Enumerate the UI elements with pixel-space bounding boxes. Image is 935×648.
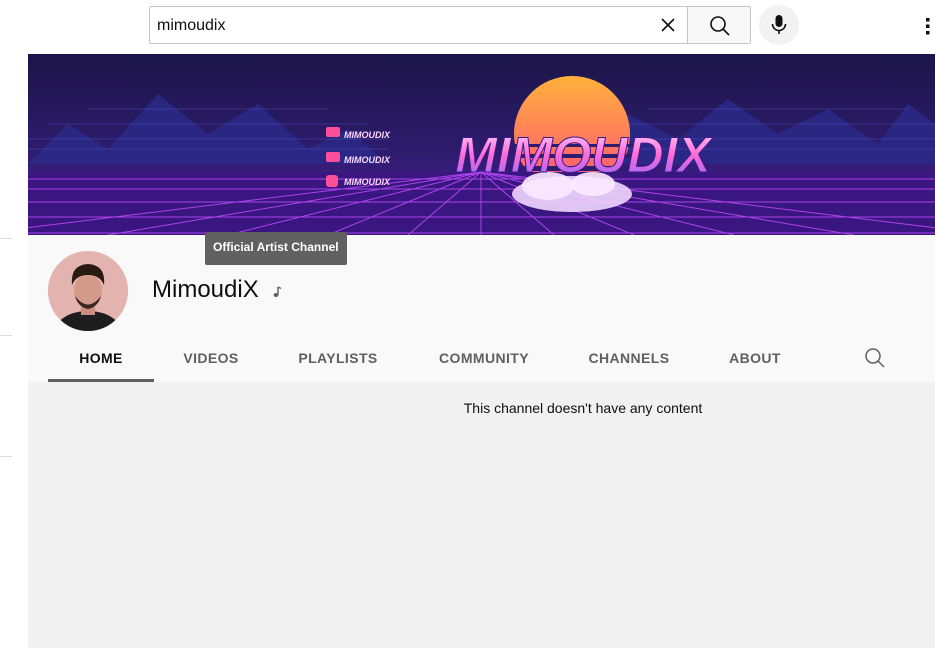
guide-divider xyxy=(0,238,12,239)
tab-label: VIDEOS xyxy=(183,350,239,366)
tab-label: HOME xyxy=(79,350,123,366)
empty-content-message: This channel doesn't have any content xyxy=(463,400,703,416)
tab-label: PLAYLISTS xyxy=(298,350,378,366)
channel-header: MimoudiX HOME VIDEOS PLAYLISTS COMMUNITY… xyxy=(28,235,935,382)
svg-text:MIMOUDIX: MIMOUDIX xyxy=(344,155,391,165)
tab-label: COMMUNITY xyxy=(439,350,529,366)
voice-search-button[interactable] xyxy=(759,5,799,45)
masthead: mimoudix xyxy=(0,0,935,54)
tab-label: ABOUT xyxy=(729,350,781,366)
banner-logo-text: MIMOUDIX xyxy=(455,127,713,183)
more-vert-icon xyxy=(926,18,930,35)
channel-content: This channel doesn't have any content xyxy=(28,382,935,648)
search-icon xyxy=(710,16,730,36)
banner-artwork: MIMOUDIX MIMOUDIX MIMOUDIX MIMOUDIX xyxy=(28,54,935,235)
tab-videos[interactable]: VIDEOS xyxy=(179,333,243,382)
tab-playlists[interactable]: PLAYLISTS xyxy=(294,333,382,382)
search-input[interactable]: mimoudix xyxy=(149,6,687,44)
official-artist-tooltip: Official Artist Channel xyxy=(205,232,347,265)
search-button[interactable] xyxy=(687,6,751,44)
tab-about[interactable]: ABOUT xyxy=(726,333,784,382)
avatar-image xyxy=(48,251,128,331)
channel-name: MimoudiX xyxy=(152,276,259,303)
svg-text:MIMOUDIX: MIMOUDIX xyxy=(344,177,391,187)
settings-menu-button[interactable] xyxy=(922,12,935,40)
guide-divider xyxy=(0,335,12,336)
channel-tabs: HOME VIDEOS PLAYLISTS COMMUNITY CHANNELS… xyxy=(48,333,908,382)
svg-text:MIMOUDIX: MIMOUDIX xyxy=(344,130,391,140)
tab-home[interactable]: HOME xyxy=(48,333,154,382)
tab-community[interactable]: COMMUNITY xyxy=(432,333,536,382)
clear-search-button[interactable] xyxy=(653,10,683,40)
tab-label: CHANNELS xyxy=(588,350,670,366)
microphone-icon xyxy=(771,15,787,34)
channel-banner: MIMOUDIX MIMOUDIX MIMOUDIX MIMOUDIX xyxy=(28,54,935,235)
guide-divider xyxy=(0,456,12,457)
banner-social-instagram: MIMOUDIX xyxy=(326,175,391,187)
channel-avatar[interactable] xyxy=(48,251,128,331)
close-icon xyxy=(661,18,675,32)
tab-channels[interactable]: CHANNELS xyxy=(586,333,672,382)
search-query-text[interactable]: mimoudix xyxy=(157,17,225,35)
music-note-icon[interactable] xyxy=(270,285,284,299)
search-icon[interactable] xyxy=(864,347,886,369)
